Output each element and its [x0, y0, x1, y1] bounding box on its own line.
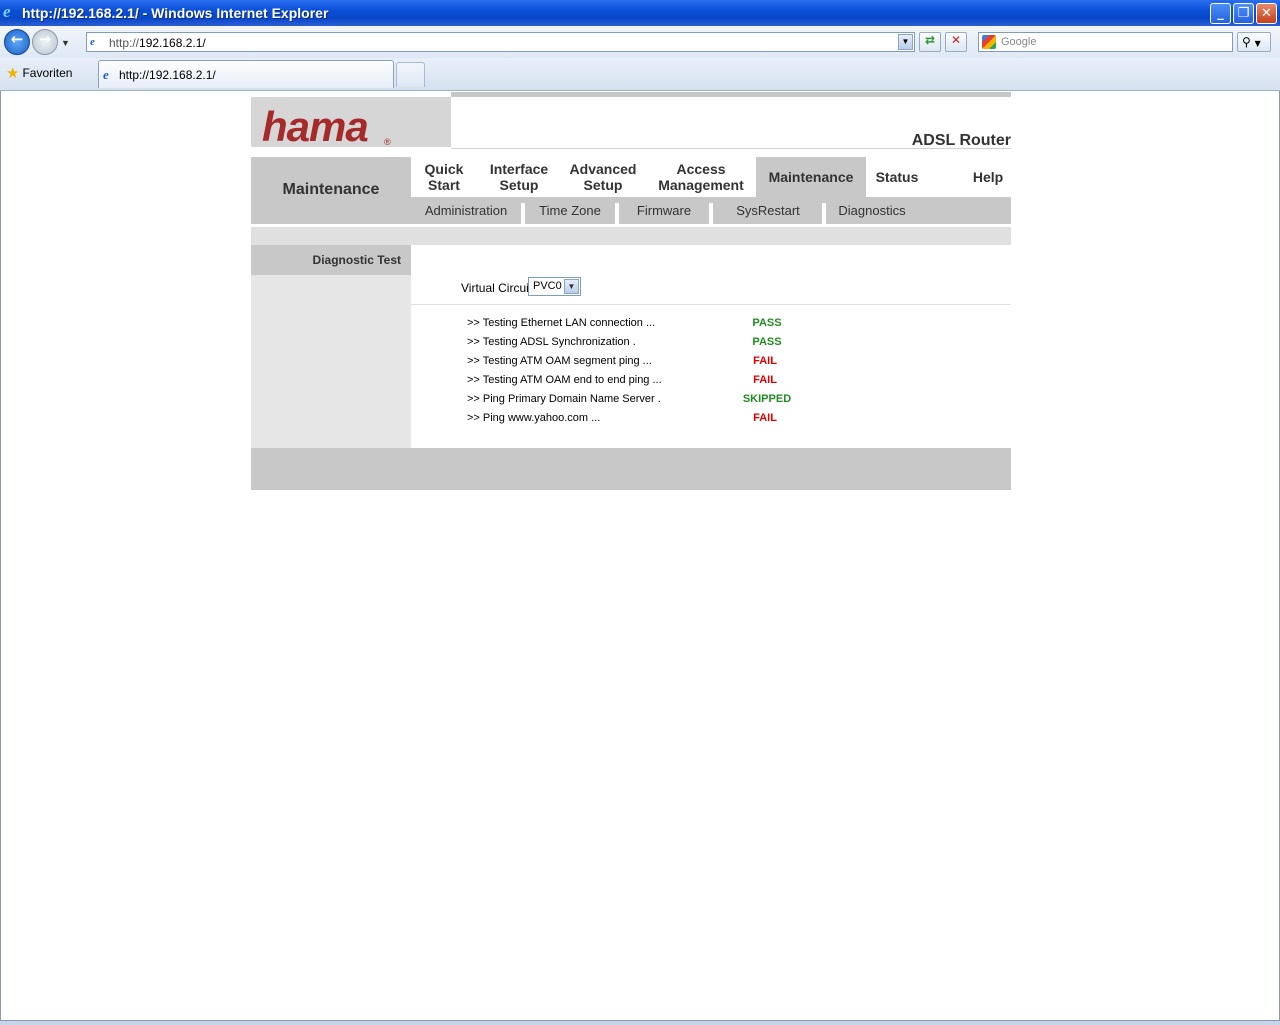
- stop-button[interactable]: ✕: [945, 32, 967, 52]
- search-button[interactable]: ⚲ ▼: [1237, 32, 1271, 52]
- content-divider: [411, 304, 1011, 305]
- submenu-divider: [615, 203, 619, 224]
- test-row: >> Ping www.yahoo.com ... FAIL: [467, 412, 847, 428]
- menu-access-management[interactable]: Access Management: [651, 157, 751, 197]
- test-name: >> Ping Primary Domain Name Server .: [467, 393, 661, 405]
- page-icon: e: [90, 36, 95, 48]
- browser-tab[interactable]: e http://192.168.2.1/: [98, 60, 394, 88]
- test-row: >> Testing ADSL Synchronization . PASS: [467, 336, 847, 352]
- test-result: PASS: [752, 317, 782, 329]
- left-heading: Diagnostic Test: [251, 245, 411, 275]
- test-result: FAIL: [753, 374, 777, 386]
- menu-status[interactable]: Status: [867, 157, 927, 197]
- ie-logo-icon: e: [3, 2, 11, 21]
- virtual-circuit-select[interactable]: PVC0 ▼: [528, 277, 581, 296]
- header-stripe: [451, 92, 1011, 97]
- submenu-divider: [822, 203, 826, 224]
- header-divider: [451, 148, 1011, 149]
- test-row: >> Testing ATM OAM segment ping ... FAIL: [467, 355, 847, 371]
- page-footer: [251, 448, 1011, 490]
- submenu-time-zone[interactable]: Time Zone: [531, 197, 609, 224]
- favorites-button[interactable]: ★ Favoriten: [6, 64, 72, 82]
- test-result: PASS: [752, 336, 782, 348]
- test-row: >> Ping Primary Domain Name Server . SKI…: [467, 393, 847, 409]
- submenu-divider: [521, 203, 525, 224]
- test-result: SKIPPED: [742, 393, 792, 405]
- submenu-firmware[interactable]: Firmware: [625, 197, 703, 224]
- hama-logo: hama: [262, 103, 369, 150]
- test-name: >> Ping www.yahoo.com ...: [467, 412, 601, 424]
- left-column: [251, 245, 411, 448]
- star-icon: ★: [6, 65, 20, 82]
- history-dropdown-icon[interactable]: ▼: [61, 38, 70, 48]
- test-name: >> Testing ATM OAM segment ping ...: [467, 355, 652, 367]
- close-button[interactable]: ✕: [1256, 3, 1277, 24]
- submenu-diagnostics[interactable]: Diagnostics: [831, 197, 913, 224]
- tab-page-icon: e: [103, 67, 109, 82]
- chevron-down-icon[interactable]: ▼: [564, 279, 579, 294]
- menu-interface-setup[interactable]: Interface Setup: [481, 157, 557, 197]
- back-button[interactable]: ←: [4, 29, 30, 55]
- submenu-divider: [709, 203, 713, 224]
- logo-box: hama ®: [251, 97, 451, 150]
- search-icon: ⚲: [1242, 35, 1251, 49]
- menu-quick-start[interactable]: Quick Start: [411, 157, 477, 197]
- test-name: >> Testing Ethernet LAN connection ...: [467, 317, 656, 329]
- test-row: >> Testing ATM OAM end to end ping ... F…: [467, 374, 847, 390]
- virtual-circuit-label: Virtual Circuit:: [461, 281, 536, 295]
- refresh-button[interactable]: ⇄: [919, 32, 941, 52]
- favorites-bar: ★ Favoriten e http://192.168.2.1/: [0, 58, 1280, 91]
- google-icon: [982, 35, 996, 49]
- window-title-bar: e http://192.168.2.1/ - Windows Internet…: [0, 0, 1280, 26]
- search-input[interactable]: Google: [1001, 36, 1036, 48]
- minimize-button[interactable]: _: [1210, 3, 1231, 24]
- test-name: >> Testing ATM OAM end to end ping ...: [467, 374, 662, 386]
- test-result: FAIL: [753, 355, 777, 367]
- status-bar: [0, 1020, 1280, 1025]
- menu-help[interactable]: Help: [961, 157, 1015, 197]
- test-name: >> Testing ADSL Synchronization .: [467, 336, 636, 348]
- window-title: http://192.168.2.1/ - Windows Internet E…: [22, 5, 329, 21]
- submenu-sysrestart[interactable]: SysRestart: [723, 197, 813, 224]
- tab-title: http://192.168.2.1/: [119, 68, 216, 82]
- menu-maintenance[interactable]: Maintenance: [756, 157, 866, 197]
- search-dropdown-icon[interactable]: ▼: [1255, 39, 1261, 48]
- content-top-band: [251, 227, 1011, 245]
- address-url[interactable]: http://192.168.2.1/: [109, 36, 206, 50]
- menu-advanced-setup[interactable]: Advanced Setup: [565, 157, 641, 197]
- new-tab-button[interactable]: [396, 62, 425, 87]
- maximize-button[interactable]: ❐: [1233, 3, 1254, 24]
- search-box[interactable]: Google: [978, 32, 1233, 52]
- submenu-administration[interactable]: Administration: [421, 197, 511, 224]
- registered-mark: ®: [384, 137, 391, 147]
- virtual-circuit-value: PVC0: [533, 280, 562, 292]
- test-result: FAIL: [753, 412, 777, 424]
- section-title: Maintenance: [251, 157, 411, 224]
- test-row: >> Testing Ethernet LAN connection ... P…: [467, 317, 847, 333]
- forward-button[interactable]: →: [32, 29, 58, 55]
- address-dropdown-button[interactable]: ▼: [898, 34, 913, 50]
- address-bar[interactable]: e http://192.168.2.1/ ▼: [86, 32, 915, 52]
